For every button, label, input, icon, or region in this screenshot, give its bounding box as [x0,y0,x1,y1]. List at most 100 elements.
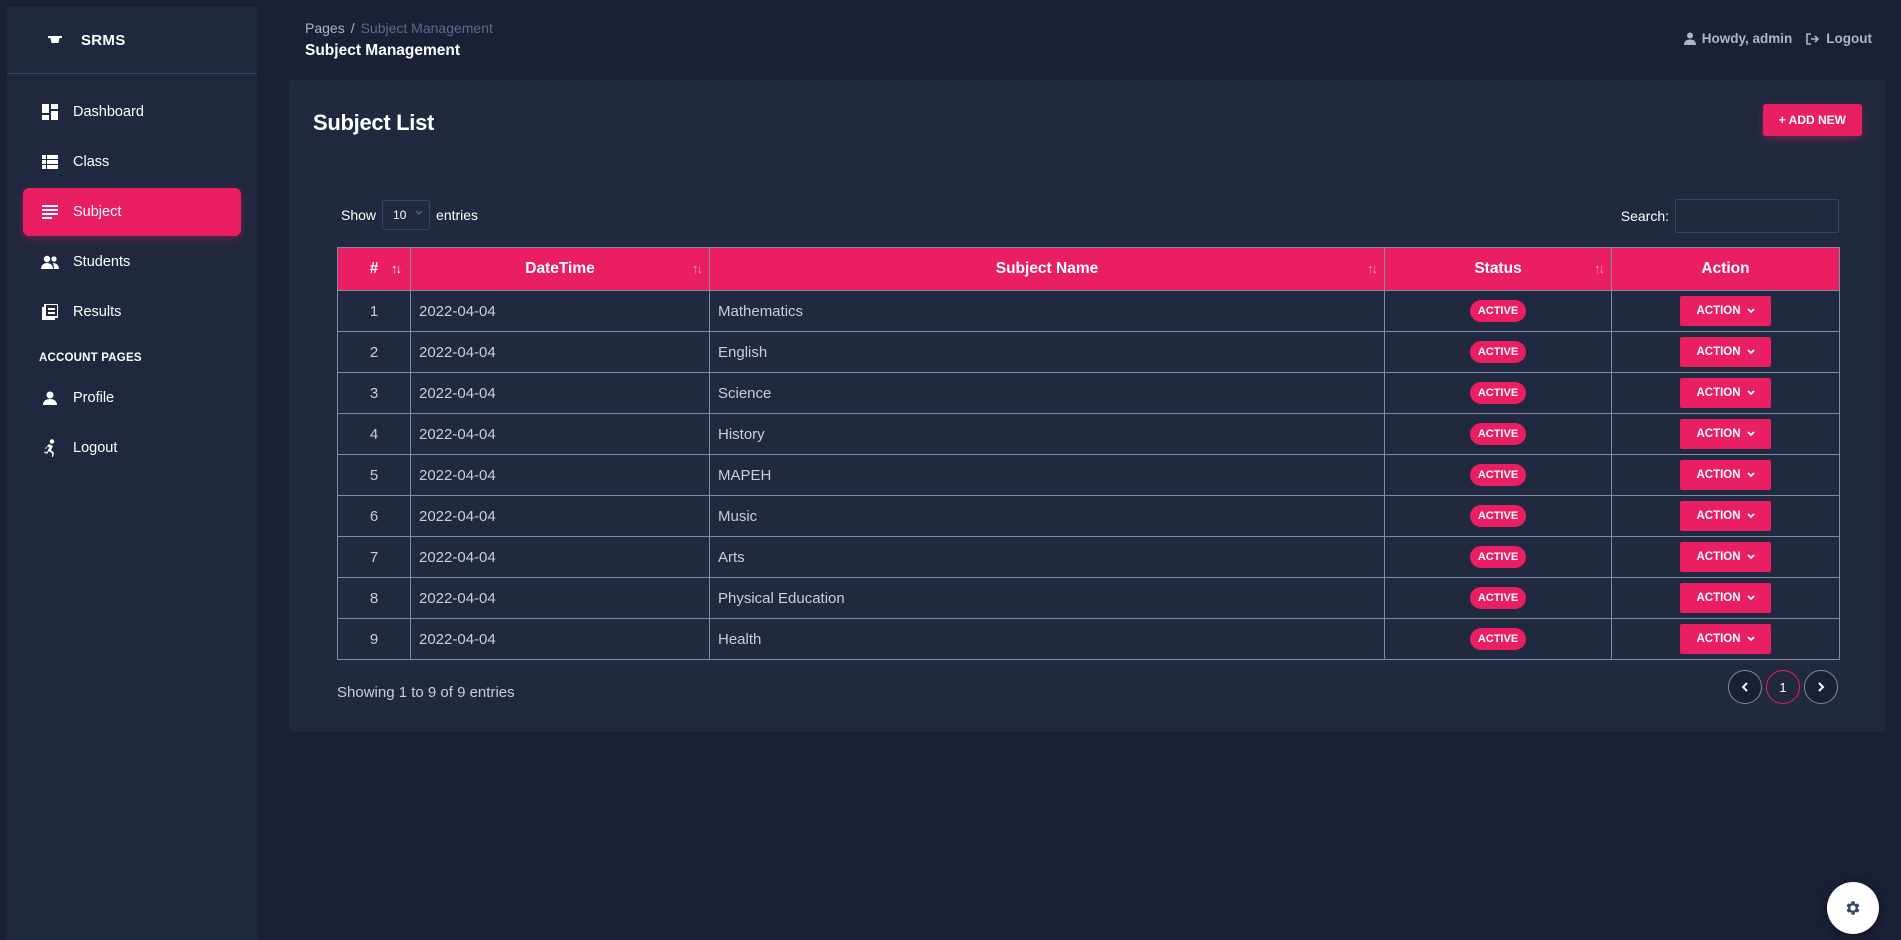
cell-status: ACTIVE [1384,618,1612,660]
action-label: ACTION [1696,633,1741,645]
action-label: ACTION [1696,387,1741,399]
chevron-down-icon [1746,554,1755,560]
table-row: 9 2022-04-04 Health ACTIVE ACTION [337,618,1840,660]
chevron-down-icon [415,210,423,215]
column-label: Subject Name [995,260,1099,277]
status-badge: ACTIVE [1469,464,1527,486]
action-dropdown-button[interactable]: ACTION [1680,419,1771,449]
column-header-datetime[interactable]: DateTime ↑↓ [410,247,710,291]
page-button[interactable]: 1 [1766,670,1800,704]
chevron-down-icon [1746,636,1755,642]
user-greeting-link[interactable]: Howdy, admin [1683,31,1792,46]
sort-icon: ↑↓ [1367,261,1378,276]
cell-status: ACTIVE [1384,372,1612,414]
page-length-select[interactable]: 10 [382,200,431,230]
chevron-left-icon [1741,682,1748,692]
previous-page-button[interactable] [1728,670,1762,704]
cell-action: ACTION [1611,372,1840,414]
breadcrumb-current: Subject Management [360,20,493,36]
action-label: ACTION [1696,305,1741,317]
chevron-down-icon [1746,431,1755,437]
cell-status: ACTIVE [1384,454,1612,496]
action-dropdown-button[interactable]: ACTION [1680,460,1771,490]
brand[interactable]: SRMS [7,7,257,74]
breadcrumb-root[interactable]: Pages [305,20,345,36]
next-page-button[interactable] [1804,670,1838,704]
sidebar-item-subject[interactable]: Subject [23,188,241,236]
cell-number: 4 [337,413,411,455]
column-header-number[interactable]: # ↑↓ [337,247,411,291]
status-badge: ACTIVE [1469,546,1527,568]
status-badge: ACTIVE [1469,505,1527,527]
entries-label: entries [436,207,479,223]
sidebar-nav: Dashboard Class Subject Students Results [7,74,257,472]
chevron-right-icon [1818,682,1825,692]
chevron-down-icon [1746,595,1755,601]
cell-datetime: 2022-04-04 [410,454,710,496]
cell-subject-name: Science [709,372,1385,414]
column-header-status[interactable]: Status ↑↓ [1384,247,1612,291]
page-header: Pages / Subject Management Subject Managem… [305,20,493,60]
breadcrumb-separator: / [350,20,355,36]
column-header-subject-name[interactable]: Subject Name ↑↓ [709,247,1385,291]
sidebar-item-logout[interactable]: Logout [23,424,241,472]
cell-status: ACTIVE [1384,331,1612,373]
column-header-action: Action [1611,247,1840,291]
settings-button[interactable] [1827,882,1879,934]
action-dropdown-button[interactable]: ACTION [1680,501,1771,531]
action-label: ACTION [1696,428,1741,440]
column-label: Action [1701,260,1750,277]
cell-subject-name: Physical Education [709,577,1385,619]
page-length-control: Show 10 entries [341,200,478,230]
dashboard-icon [41,103,59,121]
action-dropdown-button[interactable]: ACTION [1680,296,1771,326]
cell-number: 1 [337,290,411,332]
cell-action: ACTION [1611,577,1840,619]
status-badge: ACTIVE [1469,382,1527,404]
action-label: ACTION [1696,510,1741,522]
cell-subject-name: Music [709,495,1385,537]
sidebar-item-label: Logout [73,440,118,456]
sidebar-item-profile[interactable]: Profile [23,374,241,422]
action-label: ACTION [1696,469,1741,481]
action-dropdown-button[interactable]: ACTION [1680,624,1771,654]
cell-action: ACTION [1611,536,1840,578]
account-pages-heading: ACCOUNT PAGES [39,352,142,364]
cell-subject-name: MAPEH [709,454,1385,496]
action-dropdown-button[interactable]: ACTION [1680,378,1771,408]
sort-icon: ↑↓ [391,261,402,276]
subject-list-card: Subject List + ADD NEW Show 10 entries S… [289,80,1886,732]
chevron-down-icon [1746,390,1755,396]
user-icon [1683,32,1696,45]
logout-link[interactable]: Logout [1806,31,1872,46]
cell-datetime: 2022-04-04 [410,536,710,578]
cell-action: ACTION [1611,413,1840,455]
action-dropdown-button[interactable]: ACTION [1680,583,1771,613]
cell-number: 2 [337,331,411,373]
sidebar-item-results[interactable]: Results [23,288,241,336]
chevron-down-icon [1746,308,1755,314]
sidebar-item-students[interactable]: Students [23,238,241,286]
table-row: 3 2022-04-04 Science ACTIVE ACTION [337,372,1840,414]
cell-datetime: 2022-04-04 [410,290,710,332]
search-input[interactable] [1675,199,1839,233]
cell-action: ACTION [1611,290,1840,332]
sidebar-item-dashboard[interactable]: Dashboard [23,88,241,136]
search-label: Search: [1620,208,1669,224]
cell-subject-name: Arts [709,536,1385,578]
action-dropdown-button[interactable]: ACTION [1680,337,1771,367]
card-title: Subject List [313,110,435,135]
sidebar-item-label: Students [73,254,131,270]
cell-datetime: 2022-04-04 [410,331,710,373]
action-dropdown-button[interactable]: ACTION [1680,542,1771,572]
status-badge: ACTIVE [1469,341,1527,363]
column-label: DateTime [525,260,595,277]
add-new-button[interactable]: + ADD NEW [1762,104,1862,136]
sidebar-item-class[interactable]: Class [23,138,241,186]
cell-status: ACTIVE [1384,577,1612,619]
cell-status: ACTIVE [1384,495,1612,537]
chevron-down-icon [1746,513,1755,519]
table-row: 5 2022-04-04 MAPEH ACTIVE ACTION [337,454,1840,496]
action-label: ACTION [1696,592,1741,604]
status-badge: ACTIVE [1469,423,1527,445]
